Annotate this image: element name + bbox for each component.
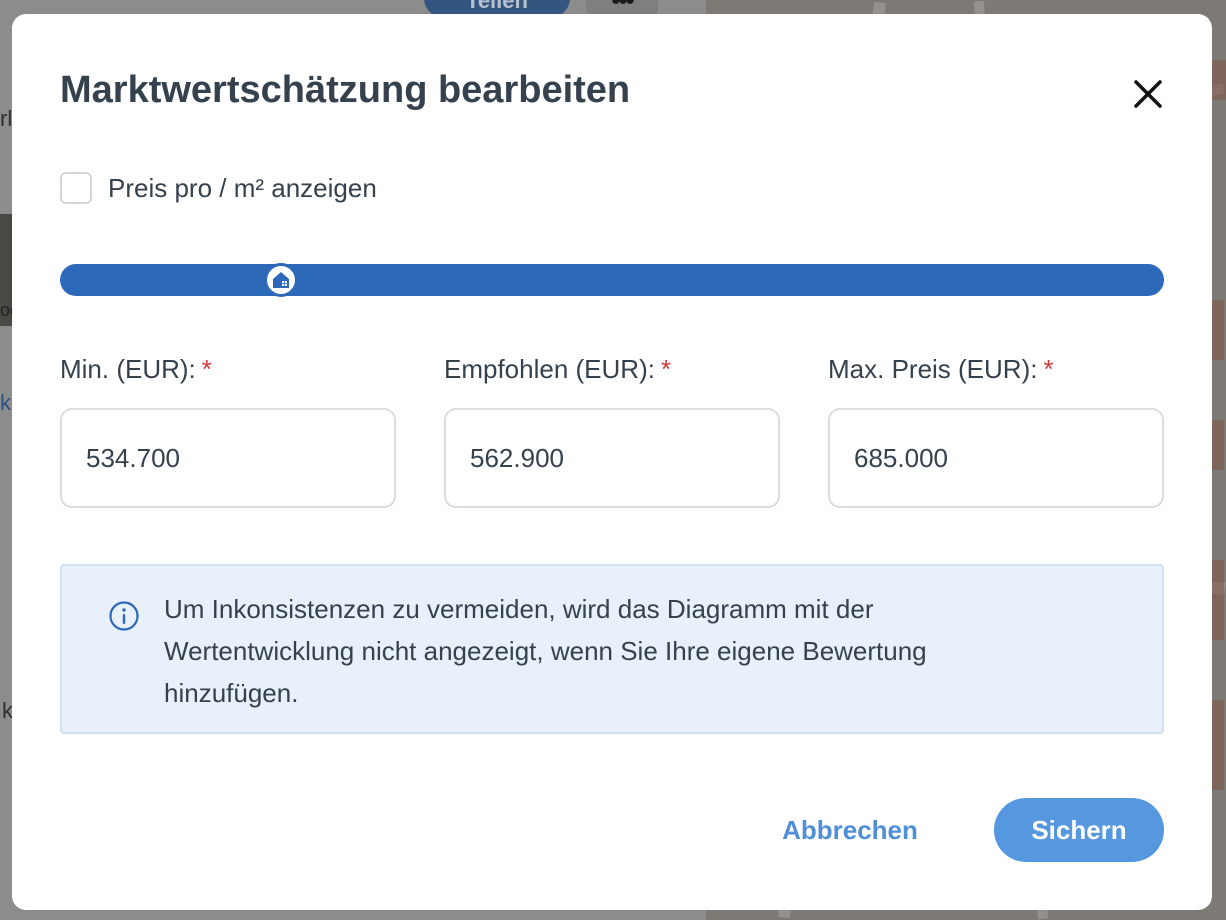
min-price-field: Min. (EUR): * bbox=[60, 354, 396, 508]
min-price-label: Min. (EUR): * bbox=[60, 354, 212, 384]
dialog-title: Marktwertschätzung bearbeiten bbox=[60, 69, 631, 111]
save-button[interactable]: Sichern bbox=[994, 798, 1164, 862]
required-marker: * bbox=[201, 354, 212, 384]
required-marker: * bbox=[1043, 354, 1054, 384]
info-text: Um Inkonsistenzen zu vermeiden, wird das… bbox=[164, 594, 927, 708]
min-price-input[interactable] bbox=[60, 408, 396, 508]
price-per-sqm-label[interactable]: Preis pro / m² anzeigen bbox=[108, 173, 377, 204]
cancel-button[interactable]: Abbrechen bbox=[752, 798, 948, 862]
house-icon bbox=[272, 272, 289, 288]
recommended-price-input[interactable] bbox=[444, 408, 780, 508]
background-text-fragment: rl bbox=[0, 106, 13, 131]
price-per-sqm-option: Preis pro / m² anzeigen bbox=[60, 172, 377, 204]
edit-valuation-dialog: Marktwertschätzung bearbeiten Preis pro … bbox=[12, 14, 1212, 910]
info-icon bbox=[109, 601, 139, 631]
required-marker: * bbox=[660, 354, 672, 384]
max-price-field: Max. Preis (EUR): * bbox=[828, 354, 1164, 508]
max-price-label: Max. Preis (EUR): * bbox=[828, 354, 1054, 384]
recommended-price-label: Empfohlen (EUR): * bbox=[444, 354, 672, 384]
max-price-input[interactable] bbox=[828, 408, 1164, 508]
recommended-price-field: Empfohlen (EUR): * bbox=[444, 354, 780, 508]
price-per-sqm-checkbox[interactable] bbox=[60, 172, 92, 204]
close-icon[interactable] bbox=[1128, 74, 1168, 114]
background-text-fragment: k bbox=[0, 390, 11, 415]
slider-thumb[interactable] bbox=[263, 263, 298, 297]
price-range-slider[interactable] bbox=[60, 263, 1164, 297]
info-notice: Um Inkonsistenzen zu vermeiden, wird das… bbox=[60, 564, 1164, 734]
